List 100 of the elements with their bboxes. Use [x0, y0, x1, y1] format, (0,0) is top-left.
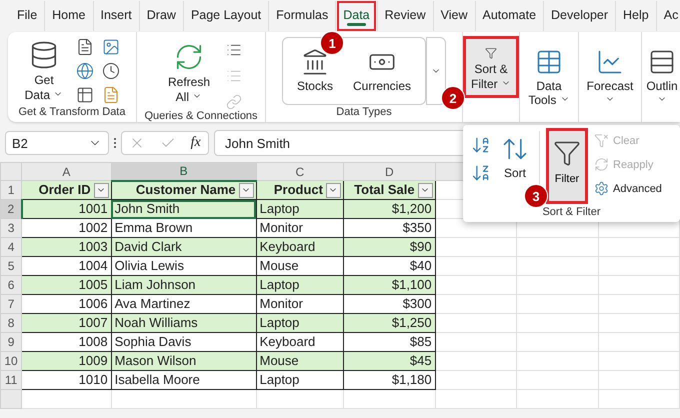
table-cell: Isabella Moore	[111, 370, 256, 390]
name-box[interactable]: B2	[5, 131, 109, 155]
row-header[interactable]: 1	[0, 180, 22, 200]
menu-command[interactable]: Advanced	[594, 179, 662, 198]
data-tools-button[interactable]: Data Tools	[520, 44, 578, 112]
menu-tab[interactable]: Insert	[94, 1, 138, 31]
table-cell: Laptop	[256, 370, 344, 390]
table-cell: Laptop	[256, 276, 344, 294]
table-cell: John Smith	[111, 200, 256, 218]
group-label: Queries & Connections	[143, 110, 259, 124]
table-cell: Mason Wilson	[111, 352, 256, 370]
table-cell: $1,200	[343, 200, 436, 218]
table-cell: Emma Brown	[111, 218, 256, 238]
menu-tab[interactable]: Review	[378, 1, 432, 31]
table-cell: 1004	[22, 256, 112, 276]
menu-tab[interactable]: Data	[337, 1, 376, 31]
menu-tab[interactable]: View	[434, 1, 474, 31]
sort-ascending-icon[interactable]	[471, 135, 491, 155]
table-cell: Monitor	[256, 294, 344, 314]
row-header[interactable]: 10	[0, 352, 22, 370]
menu-tab[interactable]: Page Layout	[184, 1, 268, 31]
group-label: Data Types	[335, 106, 393, 120]
sort-filter-button[interactable]: Sort & Filter	[463, 36, 519, 98]
column-header[interactable]: C	[256, 162, 344, 180]
table-icon	[76, 86, 94, 104]
menu-tab[interactable]: Home	[46, 1, 92, 31]
menu-tab[interactable]: Formulas	[270, 1, 334, 31]
menu-tab[interactable]: File	[11, 1, 44, 31]
table-header-cell: Order ID	[22, 180, 112, 200]
filter-dropdown-button[interactable]	[418, 182, 433, 198]
document-icon	[76, 38, 94, 56]
row-header[interactable]: 5	[0, 256, 22, 276]
table-cell: 1001	[22, 200, 112, 218]
refresh-icon	[594, 157, 609, 172]
table-cell: $40	[343, 256, 436, 276]
settings-icon	[594, 181, 609, 196]
menu-tab[interactable]: Automate	[476, 1, 542, 31]
filter-dropdown-button[interactable]	[238, 182, 254, 198]
column-header[interactable]: B	[111, 162, 256, 180]
group-label: Get & Transform Data	[18, 106, 126, 120]
table-cell: Sophia Davis	[111, 332, 256, 352]
table-cell: Laptop	[256, 200, 344, 218]
table-cell: 1008	[22, 332, 112, 352]
filter-dropdown-button[interactable]	[326, 182, 341, 198]
get-data-button[interactable]: Get Data	[20, 36, 68, 106]
insert-function-button[interactable]: fx	[190, 135, 201, 151]
forecast-button[interactable]: Forecast	[581, 44, 639, 112]
database-icon	[29, 40, 59, 70]
gallery-more-button[interactable]	[426, 37, 446, 105]
table-cell: Olivia Lewis	[111, 256, 256, 276]
table-cell: 1010	[22, 370, 112, 390]
document-icon	[102, 86, 120, 104]
column-header[interactable]: A	[22, 162, 112, 180]
table-cell: Laptop	[256, 314, 344, 332]
menu-tab[interactable]: Ac	[658, 1, 680, 31]
table-cell: Keyboard	[256, 238, 344, 256]
table-cell: Mouse	[256, 352, 344, 370]
globe-icon	[76, 62, 94, 80]
table-cell: 1002	[22, 218, 112, 238]
filter-dropdown-button[interactable]	[94, 182, 109, 198]
row-header[interactable]: 6	[0, 276, 22, 294]
table-header-cell: Product	[256, 180, 344, 200]
group-label: Sort & Filter	[541, 206, 602, 220]
sort-descending-icon[interactable]	[471, 163, 491, 183]
table-cell: $45	[343, 352, 436, 370]
row-header[interactable]: 9	[0, 332, 22, 352]
funnel-icon	[553, 139, 581, 167]
menu-tab[interactable]: Draw	[140, 1, 182, 31]
row-header[interactable]: 8	[0, 314, 22, 332]
filter-button[interactable]: Filter	[546, 128, 588, 204]
table-cell: $350	[343, 218, 436, 238]
bank-icon	[300, 48, 329, 76]
menu-tab[interactable]: Developer	[545, 1, 614, 31]
table-cell: David Clark	[111, 238, 256, 256]
table-cell: 1005	[22, 276, 112, 294]
table-cell: $90	[343, 238, 436, 256]
row-header[interactable]: 11	[0, 370, 22, 390]
table-cell: 1006	[22, 294, 112, 314]
funnel-x-icon	[594, 133, 609, 148]
menu-tab[interactable]: Help	[617, 1, 655, 31]
step-badge: 2	[441, 86, 465, 110]
table-cell: Noah Williams	[111, 314, 256, 332]
table-cell: Keyboard	[256, 332, 344, 352]
outline-button[interactable]: Outlin	[642, 44, 680, 112]
table-cell: Ava Martinez	[111, 294, 256, 314]
table-cell: 1009	[22, 352, 112, 370]
row-header[interactable]: 4	[0, 238, 22, 256]
row-header[interactable]: 3	[0, 218, 22, 238]
link-icon	[226, 94, 242, 110]
outline-icon	[648, 48, 676, 76]
table-cell: Liam Johnson	[111, 276, 256, 294]
step-badge: 3	[524, 184, 548, 208]
refresh-all-button[interactable]: Refresh All	[160, 38, 218, 108]
table-cell: $1,250	[343, 314, 436, 332]
row-header[interactable]: 2	[0, 200, 22, 218]
table-header-cell: Total Sale	[343, 180, 436, 200]
data-type-button[interactable]: Currencies	[348, 44, 416, 98]
table-cell: $300	[343, 294, 436, 314]
column-header[interactable]: D	[343, 162, 436, 180]
row-header[interactable]: 7	[0, 294, 22, 314]
